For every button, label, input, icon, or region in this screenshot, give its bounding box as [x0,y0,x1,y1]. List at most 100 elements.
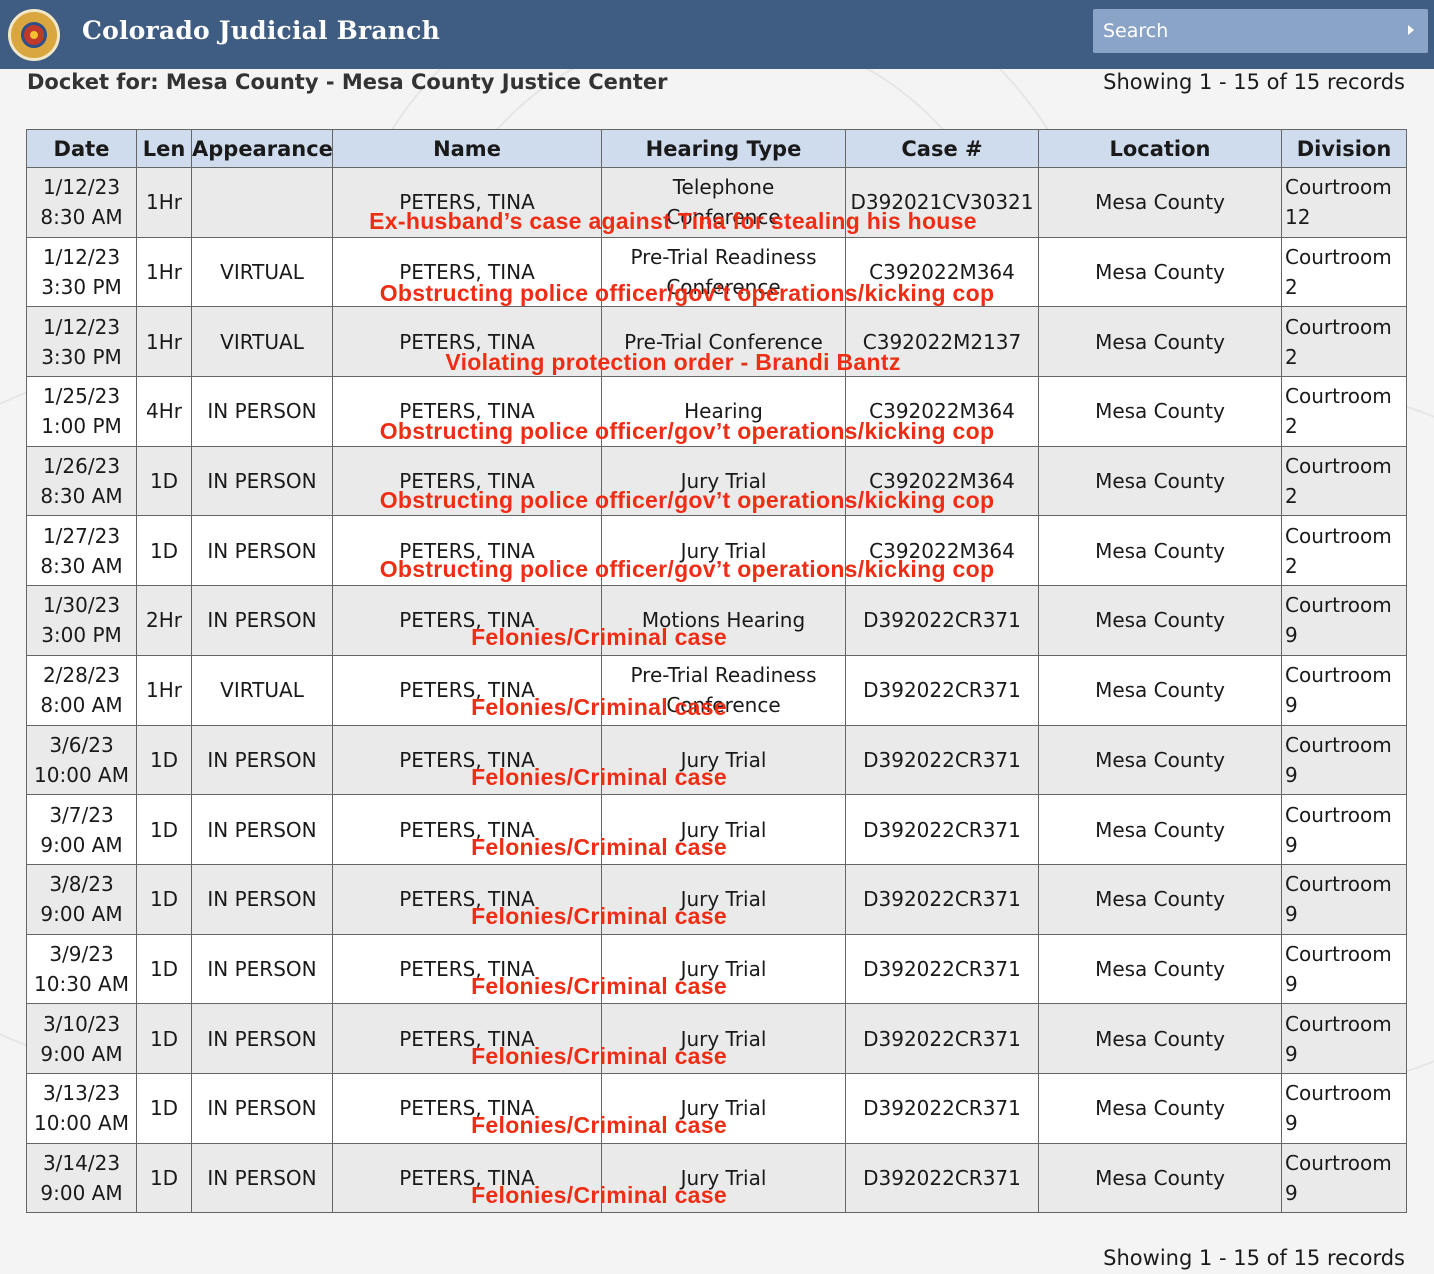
time-text: 9:00 AM [40,1041,123,1066]
column-header-appearance[interactable]: Appearance [191,129,333,168]
cell-location: Mesa County [1038,585,1282,656]
division-text: Courtroom [1285,384,1392,409]
time-text: 8:00 AM [40,693,123,718]
red-annotation-label: Felonies/Criminal case [471,1112,727,1138]
cell-division: Courtroom 2 [1281,376,1407,447]
cell-division: Courtroom 2 [1281,445,1407,517]
division-text: Courtroom [1285,872,1392,897]
cell-division: Courtroom 9 [1281,863,1407,935]
cell-len: 1D [136,863,192,935]
column-header-location[interactable]: Location [1038,129,1282,168]
date-text: 1/26/23 [42,454,121,479]
cell-date: 3/9/23 10:30 AM [26,933,137,1005]
red-annotation-label: Violating protection order - Brandi Bant… [445,349,901,375]
cell-division: Courtroom 9 [1281,794,1407,865]
division-number: 9 [1285,693,1298,718]
time-text: 8:30 AM [40,205,123,230]
division-number: 2 [1285,414,1298,439]
cell-len: 1D [136,1003,192,1074]
division-number: 9 [1285,902,1298,927]
division-text: Courtroom [1285,1081,1392,1106]
division-number: 9 [1285,1180,1298,1205]
division-number: 2 [1285,344,1298,369]
time-text: 9:00 AM [40,1180,123,1205]
hearing-type-text: Pre-Trial Readiness [630,245,817,270]
division-text: Courtroom [1285,802,1392,827]
cell-location: Mesa County [1038,1003,1282,1074]
cell-case-number: D392022CR371 [845,794,1039,865]
column-header-hearing-type[interactable]: Hearing Type [601,129,846,168]
search-box[interactable] [1093,9,1428,53]
colorado-courts-seal-icon[interactable] [8,9,60,61]
cell-appearance: IN PERSON [191,376,333,447]
division-text: Courtroom [1285,941,1392,966]
cell-len: 1D [136,515,192,587]
cell-date: 2/28/23 8:00 AM [26,654,137,726]
column-header-len[interactable]: Len [136,129,192,168]
date-text: 3/6/23 [49,732,114,757]
cell-len: 1D [136,724,192,796]
cell-appearance: VIRTUAL [191,236,333,308]
column-header-name[interactable]: Name [332,129,602,168]
cell-len: 1Hr [136,236,192,308]
cell-location: Mesa County [1038,1142,1282,1214]
cell-len: 4Hr [136,376,192,447]
site-header: Colorado Judicial Branch [0,0,1434,69]
date-text: 3/14/23 [42,1150,121,1175]
records-count-top: Showing 1 - 15 of 15 records [1103,70,1405,94]
cell-len: 1D [136,1072,192,1144]
division-number: 9 [1285,832,1298,857]
red-annotation-label: Obstructing police officer/gov’t operati… [379,487,995,513]
column-header-division[interactable]: Division [1281,129,1407,168]
date-text: 1/12/23 [42,245,121,270]
red-annotation-label: Felonies/Criminal case [471,903,727,929]
cell-case-number: D392022CR371 [845,1003,1039,1074]
cell-date: 1/12/23 3:30 PM [26,306,137,378]
cell-division: Courtroom 9 [1281,1072,1407,1144]
date-text: 1/30/23 [42,593,121,618]
cell-division: Courtroom 9 [1281,724,1407,796]
time-text: 10:00 AM [34,1111,129,1136]
search-input[interactable] [1093,9,1393,53]
division-number: 9 [1285,623,1298,648]
division-number: 12 [1285,205,1311,230]
cell-len: 1D [136,445,192,517]
division-number: 9 [1285,1041,1298,1066]
date-text: 1/12/23 [42,314,121,339]
cell-location: Mesa County [1038,724,1282,796]
red-annotation-label: Felonies/Criminal case [471,764,727,790]
cell-case-number: D392022CR371 [845,585,1039,656]
cell-location: Mesa County [1038,306,1282,378]
cell-division: Courtroom 9 [1281,585,1407,656]
cell-location: Mesa County [1038,167,1282,238]
time-text: 3:00 PM [41,623,122,648]
time-text: 8:30 AM [40,484,123,509]
time-text: 1:00 PM [41,414,122,439]
cell-appearance: IN PERSON [191,794,333,865]
cell-len: 1Hr [136,306,192,378]
cell-case-number: D392022CR371 [845,724,1039,796]
division-text: Courtroom [1285,175,1392,200]
column-header-case-number[interactable]: Case # [845,129,1039,168]
date-text: 1/27/23 [42,523,121,548]
cell-case-number: D392022CR371 [845,654,1039,726]
cell-appearance: IN PERSON [191,863,333,935]
cell-date: 1/27/23 8:30 AM [26,515,137,587]
division-number: 9 [1285,762,1298,787]
date-text: 1/25/23 [42,384,121,409]
cell-location: Mesa County [1038,376,1282,447]
cell-location: Mesa County [1038,445,1282,517]
column-header-date[interactable]: Date [26,129,137,168]
cell-division: Courtroom 2 [1281,515,1407,587]
time-text: 3:30 PM [41,344,122,369]
cell-appearance: VIRTUAL [191,306,333,378]
cell-date: 3/10/23 9:00 AM [26,1003,137,1074]
cell-date: 3/8/23 9:00 AM [26,863,137,935]
site-brand-title[interactable]: Colorado Judicial Branch [82,16,440,45]
search-submit-arrow-icon[interactable] [1408,25,1414,35]
time-text: 8:30 AM [40,553,123,578]
cell-len: 1D [136,794,192,865]
hearing-type-text: Pre-Trial Readiness [630,663,817,688]
time-text: 9:00 AM [40,832,123,857]
cell-date: 1/25/23 1:00 PM [26,376,137,447]
